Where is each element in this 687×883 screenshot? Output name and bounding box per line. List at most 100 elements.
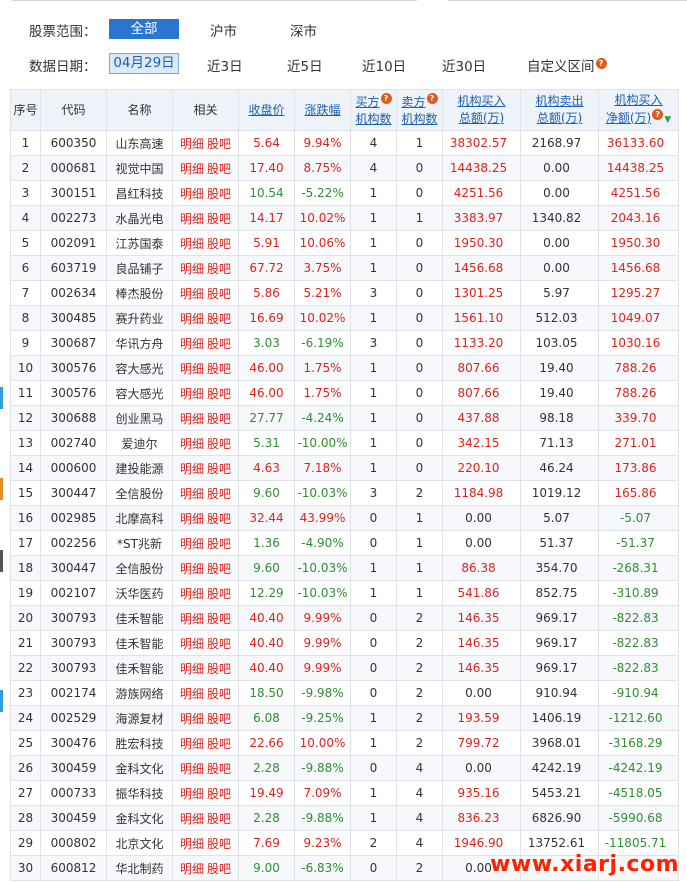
help-icon[interactable]: ? [595, 57, 607, 69]
detail-link[interactable]: 明细 [180, 737, 204, 751]
detail-link[interactable]: 明细 [180, 312, 204, 326]
table-row[interactable]: 8 300485 赛升药业 明细 股吧 16.69 10.02% 1 0 1561.10 512.0… [10, 305, 679, 331]
name-cell[interactable]: 容大感光 [106, 380, 173, 406]
name-cell[interactable]: 建投能源 [106, 455, 173, 481]
name-cell[interactable]: 佳禾智能 [106, 605, 173, 631]
table-row[interactable]: 23 002174 游族网络 明细 股吧 18.50 -9.98% 0 2 0.00 910.94-… [10, 680, 679, 706]
date-option-3d[interactable]: 近3日 [207, 55, 243, 75]
date-option-custom[interactable]: 自定义区间? [527, 55, 607, 75]
date-option-day[interactable]: 04月29日 [109, 53, 179, 74]
detail-link[interactable]: 明细 [180, 412, 204, 426]
detail-link[interactable]: 明细 [180, 137, 204, 151]
forum-link[interactable]: 股吧 [207, 362, 231, 376]
name-cell[interactable]: 华北制药 [106, 855, 173, 881]
detail-link[interactable]: 明细 [180, 287, 204, 301]
name-cell[interactable]: 华讯方舟 [106, 330, 173, 356]
forum-link[interactable]: 股吧 [207, 212, 231, 226]
header-buyer-count-sort[interactable]: 买方? 机构数 [350, 89, 397, 131]
name-cell[interactable]: 游族网络 [106, 680, 173, 706]
detail-link[interactable]: 明细 [180, 762, 204, 776]
name-cell[interactable]: 棒杰股份 [106, 280, 173, 306]
forum-link[interactable]: 股吧 [207, 162, 231, 176]
table-row[interactable]: 19 002107 沃华医药 明细 股吧 12.29 -10.03% 1 1 541.86 852.… [10, 580, 679, 606]
table-row[interactable]: 10 300576 容大感光 明细 股吧 46.00 1.75% 1 0 807.66 19.40 7… [10, 355, 679, 381]
name-cell[interactable]: 佳禾智能 [106, 655, 173, 681]
table-row[interactable]: 21 300793 佳禾智能 明细 股吧 40.40 9.99% 0 2 146.35 969.17… [10, 630, 679, 656]
detail-link[interactable]: 明细 [180, 687, 204, 701]
detail-link[interactable]: 明细 [180, 212, 204, 226]
table-row[interactable]: 16 002985 北摩高科 明细 股吧 32.44 43.99% 0 1 0.00 5.07 -5.… [10, 505, 679, 531]
name-cell[interactable]: 振华科技 [106, 780, 173, 806]
name-cell[interactable]: 北摩高科 [106, 505, 173, 531]
detail-link[interactable]: 明细 [180, 562, 204, 576]
name-cell[interactable]: 沃华医药 [106, 580, 173, 606]
header-change-sort[interactable]: 涨跌幅 [294, 89, 351, 131]
help-icon[interactable]: ? [380, 92, 392, 104]
detail-link[interactable]: 明细 [180, 162, 204, 176]
name-cell[interactable]: 江苏国泰 [106, 230, 173, 256]
detail-link[interactable]: 明细 [180, 862, 204, 876]
detail-link[interactable]: 明细 [180, 512, 204, 526]
forum-link[interactable]: 股吧 [207, 187, 231, 201]
table-row[interactable]: 28 300459 金科文化 明细 股吧 2.28 -9.88% 1 4 836.23 6826.9… [10, 805, 679, 831]
table-row[interactable]: 17 002256 *ST兆新 明细 股吧 1.36 -4.90% 0 1 0.00 51.37 -5… [10, 530, 679, 556]
detail-link[interactable]: 明细 [180, 387, 204, 401]
table-row[interactable]: 2 000681 视觉中国 明细 股吧 17.40 8.75% 4 0 14438.25 0.00 1… [10, 155, 679, 181]
forum-link[interactable]: 股吧 [207, 312, 231, 326]
detail-link[interactable]: 明细 [180, 237, 204, 251]
forum-link[interactable]: 股吧 [207, 662, 231, 676]
name-cell[interactable]: 全信股份 [106, 480, 173, 506]
forum-link[interactable]: 股吧 [207, 512, 231, 526]
forum-link[interactable]: 股吧 [207, 587, 231, 601]
forum-link[interactable]: 股吧 [207, 737, 231, 751]
forum-link[interactable]: 股吧 [207, 437, 231, 451]
scope-option-sz[interactable]: 深市 [290, 20, 317, 40]
table-row[interactable]: 18 300447 全信股份 明细 股吧 9.60 -10.03% 1 1 86.38 354.70… [10, 555, 679, 581]
forum-link[interactable]: 股吧 [207, 612, 231, 626]
detail-link[interactable]: 明细 [180, 812, 204, 826]
table-row[interactable]: 22 300793 佳禾智能 明细 股吧 40.40 9.99% 0 2 146.35 969.17… [10, 655, 679, 681]
header-seller-count-sort[interactable]: 卖方? 机构数 [396, 89, 443, 131]
date-option-5d[interactable]: 近5日 [287, 55, 323, 75]
name-cell[interactable]: 水晶光电 [106, 205, 173, 231]
table-row[interactable]: 27 000733 振华科技 明细 股吧 19.49 7.09% 1 4 935.16 5453.2… [10, 780, 679, 806]
forum-link[interactable]: 股吧 [207, 637, 231, 651]
forum-link[interactable]: 股吧 [207, 462, 231, 476]
scope-option-all[interactable]: 全部 [109, 19, 179, 39]
name-cell[interactable]: 佳禾智能 [106, 630, 173, 656]
table-row[interactable]: 5 002091 江苏国泰 明细 股吧 5.91 10.06% 1 0 1950.30 0.00 19… [10, 230, 679, 256]
detail-link[interactable]: 明细 [180, 787, 204, 801]
detail-link[interactable]: 明细 [180, 612, 204, 626]
name-cell[interactable]: 爱迪尔 [106, 430, 173, 456]
forum-link[interactable]: 股吧 [207, 137, 231, 151]
detail-link[interactable]: 明细 [180, 362, 204, 376]
detail-link[interactable]: 明细 [180, 337, 204, 351]
name-cell[interactable]: 昌红科技 [106, 180, 173, 206]
table-row[interactable]: 20 300793 佳禾智能 明细 股吧 40.40 9.99% 0 2 146.35 969.17… [10, 605, 679, 631]
name-cell[interactable]: 创业黑马 [106, 405, 173, 431]
detail-link[interactable]: 明细 [180, 837, 204, 851]
table-row[interactable]: 7 002634 棒杰股份 明细 股吧 5.86 5.21% 3 0 1301.25 5.97 129… [10, 280, 679, 306]
table-row[interactable]: 4 002273 水晶光电 明细 股吧 14.17 10.02% 1 1 3383.97 1340.… [10, 205, 679, 231]
forum-link[interactable]: 股吧 [207, 337, 231, 351]
name-cell[interactable]: 视觉中国 [106, 155, 173, 181]
scope-option-sh[interactable]: 沪市 [210, 20, 237, 40]
header-net-sort[interactable]: 机构买入 净额(万) ?▼ [598, 89, 679, 131]
forum-link[interactable]: 股吧 [207, 287, 231, 301]
table-row[interactable]: 6 603719 良品铺子 明细 股吧 67.72 3.75% 1 0 1456.68 0.00 14… [10, 255, 679, 281]
name-cell[interactable]: 海源复材 [106, 705, 173, 731]
forum-link[interactable]: 股吧 [207, 762, 231, 776]
help-icon[interactable]: ? [652, 108, 664, 120]
table-row[interactable]: 14 000600 建投能源 明细 股吧 4.63 7.18% 1 0 220.10 46.24 17… [10, 455, 679, 481]
forum-link[interactable]: 股吧 [207, 562, 231, 576]
detail-link[interactable]: 明细 [180, 437, 204, 451]
detail-link[interactable]: 明细 [180, 262, 204, 276]
table-row[interactable]: 1 600350 山东高速 明细 股吧 5.64 9.94% 4 1 38302.57 2168.9… [10, 130, 679, 156]
date-option-10d[interactable]: 近10日 [362, 55, 406, 75]
header-close-sort[interactable]: 收盘价 [238, 89, 295, 131]
name-cell[interactable]: 金科文化 [106, 805, 173, 831]
table-row[interactable]: 13 002740 爱迪尔 明细 股吧 5.31 -10.00% 1 0 342.15 71.13 2… [10, 430, 679, 456]
table-row[interactable]: 15 300447 全信股份 明细 股吧 9.60 -10.03% 3 2 1184.98 1019… [10, 480, 679, 506]
detail-link[interactable]: 明细 [180, 187, 204, 201]
detail-link[interactable]: 明细 [180, 637, 204, 651]
